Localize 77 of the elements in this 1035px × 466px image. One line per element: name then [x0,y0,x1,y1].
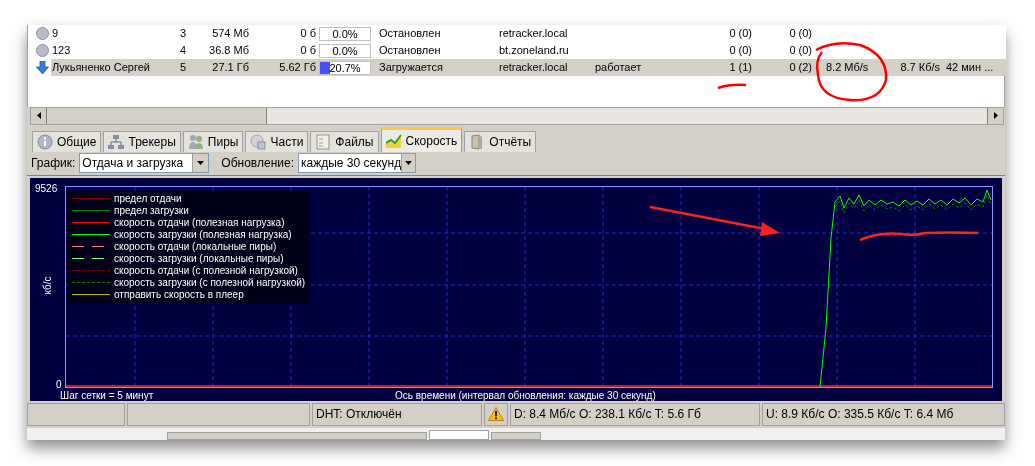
tab[interactable]: Трекеры [103,131,181,153]
users-icon [187,134,204,151]
table-cell-text: Остановлен [378,43,442,59]
info-icon [37,134,53,151]
update-dropdown[interactable]: каждые 30 секунд [297,153,416,174]
tab[interactable]: Скорость [380,127,463,153]
document-icon [315,134,332,151]
table-cell-text: 42 мин ... [945,60,995,76]
graph-label: График: [31,155,76,173]
legend-label: предел отдачи [114,192,182,207]
table-cell-text: 0 (0) [788,26,812,42]
tab[interactable]: Общие [32,131,102,153]
chart-icon [385,133,402,150]
upload-status: U: 8.9 Кб/с O: 335.5 Кб/с T: 6.4 Мб [762,402,1005,427]
tab[interactable]: Части [245,131,309,153]
progress-text: 20.7% [328,61,362,74]
table-cell-text: 574 Мб [211,26,249,42]
network-icon [108,134,125,151]
torrent-row[interactable]: Лукьяненко Сергей 5 27.1 Гб 5.62 Гб 20.7% Загружается retracker.local работает 1 (1) 0 (2) 8.2 Мб/s 8.7 Кб/s 42 мин ... [51,59,1006,76]
progress-text: 0.0% [331,44,359,57]
torrent-row[interactable]: 123 4 36.8 Мб 0 б 0.0% Остановлен bt.zoneland.ru 0 (0) 0 (0) [51,42,1006,59]
table-cell-text: 3 [178,26,188,42]
table-cell-text: retracker.local [499,26,569,42]
table-cell-text: 0 (2) [788,60,812,76]
pie-icon [250,134,267,151]
graph-dropdown[interactable]: Отдача и загрузка [79,153,210,174]
tab[interactable]: Отчёты [464,131,537,153]
table-cell-text: 0 (0) [728,26,752,42]
table-cell-text: 0 б [299,26,316,42]
progress-text: 0.0% [331,27,359,40]
legend-label: скорость отдачи (с полезной нагрузкой) [114,264,298,278]
stopped-circle-icon [36,27,49,40]
table-cell-text: 8.2 Мб/s [825,60,870,76]
update-label: Обновление: [221,155,294,173]
tab[interactable]: Файлы [310,131,379,153]
torrent-name: 123 [51,43,72,59]
torrent-name: Лукьяненко Сергей [51,60,151,76]
table-cell-text: 5 [178,60,188,76]
torrent-row[interactable]: 9 3 574 Мб 0 б 0.0% Остановлен retracker.local 0 (0) 0 (0) [51,25,1006,42]
table-cell-text: 0 б [299,43,316,59]
left-arrow-icon [36,112,41,120]
warning-icon [488,407,504,422]
table-cell-text: 36.8 Мб [208,43,249,59]
tab[interactable]: Пиры [182,131,244,153]
dht-status: DHT: Отключён [312,402,482,427]
legend-label: предел загрузки [114,204,189,219]
caret-icon [405,161,413,166]
axis-title: кб/с [40,276,54,295]
right-arrow-icon [993,112,998,120]
table-cell-text: Остановлен [378,26,442,42]
table-cell-text: 1 (1) [728,60,752,76]
legend-label: отправить скорость в плеер [114,288,244,303]
table-cell-text: работает [595,60,643,76]
down-arrow-icon [36,61,49,74]
axis-label: 0 [56,377,62,391]
download-status: D: 8.4 Мб/с O: 238.1 Кб/с T: 5.6 Гб [510,402,760,427]
torrent-name: 9 [51,26,60,42]
table-cell-text: 0 (0) [788,43,812,59]
legend-label: скорость загрузки (полезная нагрузка) [114,228,292,242]
caret-icon [197,161,205,166]
table-cell-text: 8.7 Кб/s [899,60,940,76]
time-axis-note: Ось времени (интервал обновления: каждые 30 секунд) [395,388,656,403]
annotation-underline [717,83,747,90]
table-cell-text: 4 [178,43,188,59]
table-cell-text: retracker.local [499,60,569,76]
legend-label: скорость отдачи (локальные пиры) [114,240,277,254]
stopped-circle-icon [36,44,49,57]
table-cell-text: 5.62 Гб [278,60,316,76]
table-cell-text: 27.1 Гб [211,60,249,76]
legend-label: скорость загрузки (с полезной нагрузкой) [114,276,306,291]
axis-label: 9526 [35,181,58,196]
table-cell-text: 0 (0) [728,43,752,59]
table-cell-text: bt.zoneland.ru [499,43,570,59]
legend-label: скорость загрузки (локальные пиры) [114,252,284,266]
legend-label: скорость отдачи (полезная нагрузка) [114,216,285,230]
table-cell-text: Загружается [378,60,444,76]
grid-note: Шаг сетки = 5 минут [60,388,154,403]
